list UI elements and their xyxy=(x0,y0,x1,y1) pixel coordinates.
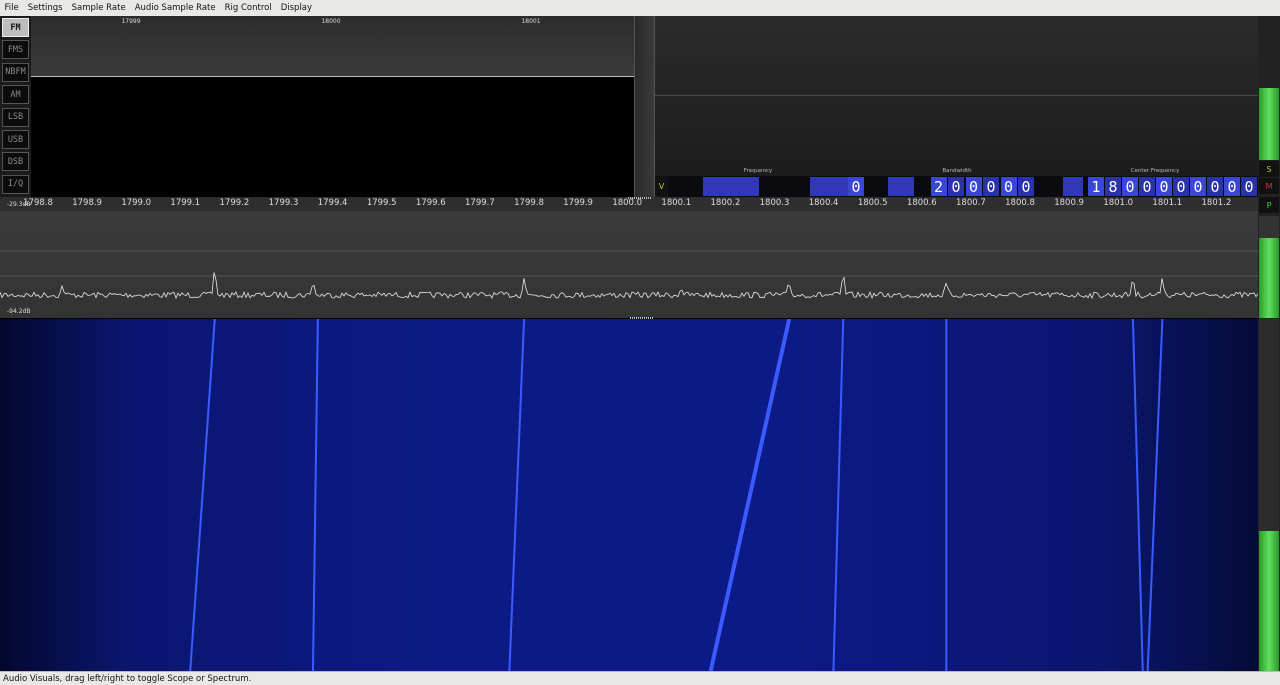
mode-button-lsb[interactable]: LSB xyxy=(2,107,29,127)
bandwidth-digit-slot[interactable] xyxy=(889,177,909,196)
frequency-tick-label: 1800.4 xyxy=(808,198,839,208)
signal-meter-panel xyxy=(655,16,1258,176)
waterfall-signal-trace xyxy=(508,319,526,671)
digit[interactable]: 0 xyxy=(1173,177,1189,196)
frequency-tick-label: 1799.7 xyxy=(465,198,495,208)
digit[interactable]: 0 xyxy=(948,177,964,196)
frequency-tick-label: 1799.0 xyxy=(121,198,152,208)
frequency-tick-label: 1800.1 xyxy=(661,198,692,208)
mode-button-fms[interactable]: FMS xyxy=(2,40,29,60)
digit[interactable]: 0 xyxy=(1122,177,1138,196)
frequency-label: Frequency xyxy=(743,168,773,174)
frequency-tick-label: 1801.0 xyxy=(1103,198,1134,208)
frequency-tick-label: 1799.9 xyxy=(563,198,593,208)
audio-visuals-panel[interactable]: 17999 18000 18001 xyxy=(31,16,634,197)
digit[interactable]: 0 xyxy=(1241,177,1257,196)
waterfall-traces xyxy=(189,319,1164,671)
waterfall-signal-trace xyxy=(1146,319,1164,671)
mute-button[interactable]: M xyxy=(1259,178,1279,194)
frequency-tick-label: 1800.6 xyxy=(906,198,937,208)
digit[interactable]: 2 xyxy=(930,177,947,196)
waterfall-signal-trace xyxy=(1131,319,1144,671)
frequency-tick-label: 1799.8 xyxy=(514,198,544,208)
frequency-tick-label: 1799.4 xyxy=(317,198,348,208)
menu-file[interactable]: File xyxy=(0,3,23,13)
demod-mode-panel: FM FMS NBFM AM LSB USB DSB I/Q xyxy=(0,16,31,197)
mode-button-am[interactable]: AM xyxy=(2,85,29,105)
audio-scope-ruler: 17999 18000 18001 xyxy=(31,16,634,77)
mode-button-dsb[interactable]: DSB xyxy=(2,152,29,172)
audio-scope-tick: 17999 xyxy=(121,18,141,25)
frequency-tick-label: 1798.9 xyxy=(72,198,102,208)
splitter-grip[interactable] xyxy=(628,197,652,199)
mode-button-usb[interactable]: USB xyxy=(2,130,29,149)
waterfall-signal-trace xyxy=(832,319,845,671)
spectrum-top-db: -29.3dB xyxy=(7,201,31,208)
frequency-tick-label: 1800.7 xyxy=(956,198,986,208)
frequency-tick-label: 1800.0 xyxy=(612,198,643,208)
digit[interactable]: 0 xyxy=(1156,177,1172,196)
spectrum-view[interactable]: -29.3dB -94.2dB xyxy=(0,201,1258,318)
frequency-tick-label: 1799.5 xyxy=(366,198,397,208)
audio-scope-tick: 18000 xyxy=(321,18,341,25)
frequency-tick-label: 1799.1 xyxy=(170,198,201,208)
meter-gridline xyxy=(655,95,1258,96)
menu-rig-control[interactable]: Rig Control xyxy=(220,3,276,13)
waterfall-view[interactable] xyxy=(0,319,1258,671)
level-meter-fill-top xyxy=(1259,88,1279,160)
digit[interactable]: 0 xyxy=(965,177,982,196)
waterfall-gain-track xyxy=(1259,319,1279,531)
frequency-tick-label: 1800.5 xyxy=(857,198,888,208)
frequency-tick-label: 1800.3 xyxy=(759,198,790,208)
mode-button-fm[interactable]: FM xyxy=(2,18,29,37)
menu-bar: File Settings Sample Rate Audio Sample Rate… xyxy=(0,0,1280,17)
frequency-display[interactable]: V Frequency Bandwidth Center Frequency 0… xyxy=(655,168,1258,197)
digit[interactable]: 0 xyxy=(1224,177,1240,196)
mode-button-iq[interactable]: I/Q xyxy=(2,174,29,194)
digit[interactable]: 0 xyxy=(1139,177,1155,196)
frequency-scale[interactable]: 1798.8 1798.9 1799.0 1799.1 1799.2 1799.3 1799… xyxy=(0,197,1258,211)
spectrum-trace xyxy=(0,250,1258,300)
digit[interactable]: 1 xyxy=(1088,177,1104,196)
frequency-digit-slot[interactable] xyxy=(703,177,759,196)
center-frequency-label: Center Frequency xyxy=(1130,168,1180,174)
status-bar: Audio Visuals, drag left/right to toggle… xyxy=(0,671,1280,685)
digit[interactable]: 0 xyxy=(1190,177,1206,196)
audio-scope-tick: 18001 xyxy=(521,18,541,25)
digit[interactable]: 0 xyxy=(1018,177,1034,196)
mode-button-nbfm[interactable]: NBFM xyxy=(2,62,29,82)
frequency-tick-label: 1800.8 xyxy=(1005,198,1035,208)
digit[interactable]: 8 xyxy=(1105,177,1121,196)
digit[interactable]: 0 xyxy=(848,177,864,196)
frequency-tick-label: 1801.1 xyxy=(1152,198,1183,208)
peak-hold-button[interactable]: P xyxy=(1259,197,1279,213)
center-digit-slot[interactable] xyxy=(1063,177,1083,196)
waterfall-signal-trace xyxy=(708,319,792,671)
menu-audio-sample-rate[interactable]: Audio Sample Rate xyxy=(130,3,220,13)
frequency-tick-label: 1799.2 xyxy=(219,198,250,208)
digit[interactable]: 0 xyxy=(1000,177,1017,196)
frequency-tick-label: 1799.3 xyxy=(268,198,299,208)
v-indicator[interactable]: V xyxy=(655,176,668,197)
menu-display[interactable]: Display xyxy=(276,3,316,13)
spectrum-gain-fill xyxy=(1259,238,1279,318)
digit[interactable]: 0 xyxy=(983,177,999,196)
waterfall-gain-fill xyxy=(1259,531,1279,671)
squelch-button[interactable]: S xyxy=(1259,161,1279,177)
waterfall-signal-trace xyxy=(311,319,319,671)
level-meter-bar[interactable]: S M P xyxy=(1258,16,1280,671)
menu-sample-rate[interactable]: Sample Rate xyxy=(67,3,130,13)
frequency-tick-label: 1800.2 xyxy=(710,198,741,208)
bandwidth-label: Bandwidth xyxy=(942,168,972,174)
spectrum-gain-track xyxy=(1259,216,1279,238)
spectrum-bottom-db: -94.2dB xyxy=(7,308,31,315)
waterfall-signal-trace xyxy=(189,319,216,671)
frequency-tick-label: 1799.6 xyxy=(415,198,446,208)
audio-gain-slider[interactable] xyxy=(634,16,655,197)
menu-settings[interactable]: Settings xyxy=(23,3,67,13)
digit[interactable]: 0 xyxy=(1207,177,1223,196)
frequency-tick-label: 1801.2 xyxy=(1201,198,1232,208)
frequency-tick-label: 1800.9 xyxy=(1054,198,1084,208)
